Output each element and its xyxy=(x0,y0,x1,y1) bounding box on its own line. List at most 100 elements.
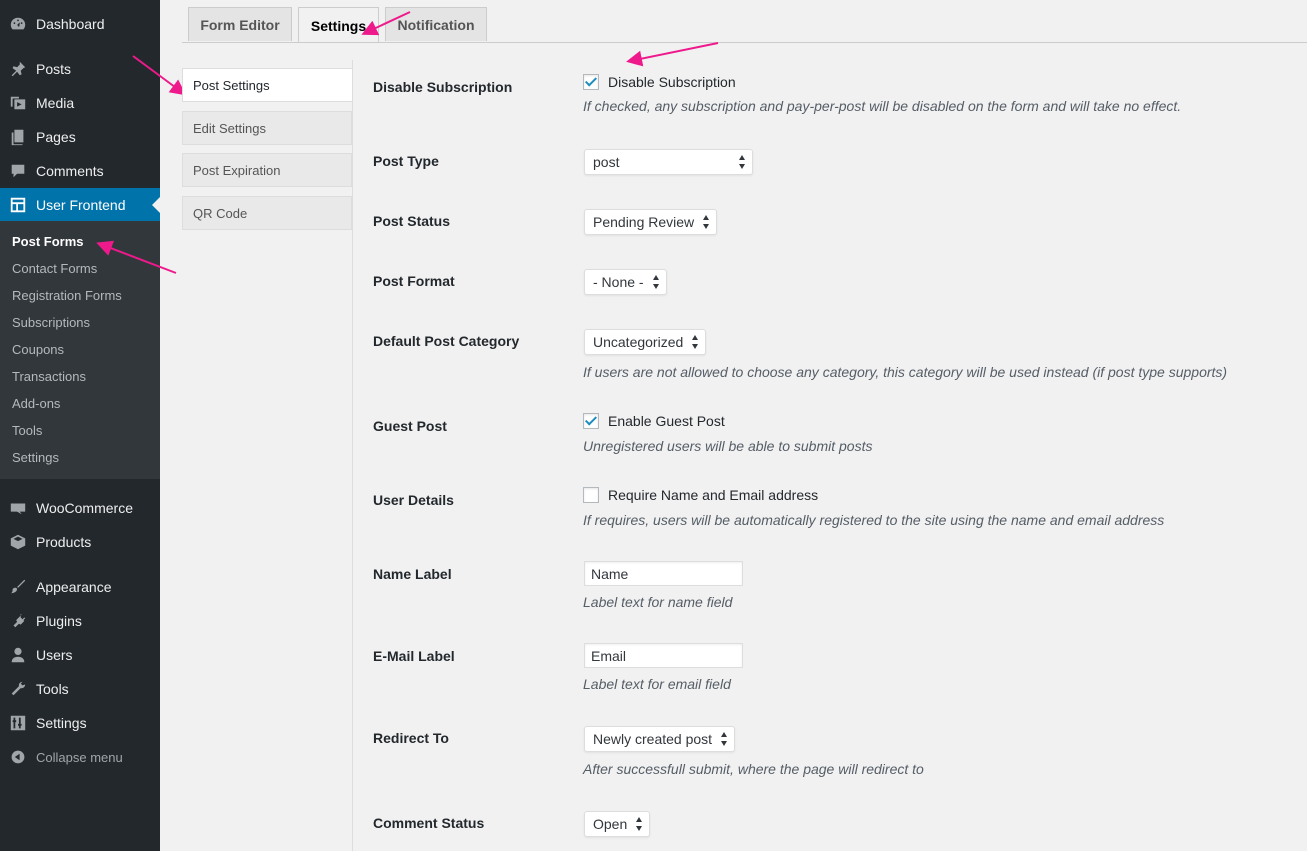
menu-item-products[interactable]: Products xyxy=(0,525,160,559)
tab-notification[interactable]: Notification xyxy=(385,7,487,41)
submenu-add-ons[interactable]: Add-ons xyxy=(12,394,60,414)
redirect-to-value: Newly created post xyxy=(593,731,713,747)
select-arrows-icon xyxy=(703,215,710,229)
user-details-description: If requires, users will be automatically… xyxy=(583,512,1165,528)
menu-item-label: Media xyxy=(36,95,75,111)
submenu-contact-forms[interactable]: Contact Forms xyxy=(12,259,97,279)
menu-item-label: Pages xyxy=(36,129,76,145)
default-category-description: If users are not allowed to choose any c… xyxy=(583,364,1228,380)
redirect-to-select[interactable]: Newly created post xyxy=(584,726,736,752)
menu-item-users[interactable]: Users xyxy=(0,638,160,672)
guest-post-checkbox[interactable] xyxy=(583,413,599,429)
menu-item-plugins[interactable]: Plugins xyxy=(0,604,160,638)
layout-icon xyxy=(0,196,36,214)
disable-subscription-description: If checked, any subscription and pay-per… xyxy=(583,98,1182,114)
user-frontend-submenu: Post Forms Contact Forms Registration Fo… xyxy=(0,221,160,479)
menu-item-posts[interactable]: Posts xyxy=(0,52,160,86)
submenu-coupons[interactable]: Coupons xyxy=(12,340,64,360)
redirect-to-label: Redirect To xyxy=(373,730,449,746)
email-label-input[interactable] xyxy=(584,643,743,668)
collapse-menu-button[interactable]: Collapse menu xyxy=(0,740,160,774)
vtab-edit-settings[interactable]: Edit Settings xyxy=(182,111,352,145)
select-arrows-icon xyxy=(739,155,746,169)
user-details-checkbox-label: Require Name and Email address xyxy=(608,487,819,503)
menu-item-label: Posts xyxy=(36,61,72,77)
submenu-transactions[interactable]: Transactions xyxy=(12,367,86,387)
post-type-label: Post Type xyxy=(373,153,439,169)
disable-subscription-checkbox[interactable] xyxy=(583,74,599,90)
tab-form-editor[interactable]: Form Editor xyxy=(188,7,292,41)
submenu-subscriptions[interactable]: Subscriptions xyxy=(12,313,90,333)
tab-divider xyxy=(182,42,1307,43)
sliders-icon xyxy=(0,714,36,732)
menu-item-user-frontend[interactable]: User Frontend xyxy=(0,188,160,222)
menu-item-label: Settings xyxy=(36,715,87,731)
name-label-input[interactable] xyxy=(584,561,743,586)
menu-item-woocommerce[interactable]: WooCommerce xyxy=(0,491,160,525)
submenu-settings[interactable]: Settings xyxy=(12,448,59,468)
select-arrows-icon xyxy=(721,732,728,746)
name-label-description: Label text for name field xyxy=(583,594,733,610)
select-arrows-icon xyxy=(652,275,660,289)
comment-icon xyxy=(0,162,36,180)
menu-item-label: Appearance xyxy=(36,579,112,595)
collapse-icon xyxy=(0,749,36,765)
menu-item-settings[interactable]: Settings xyxy=(0,706,160,740)
guest-post-checkbox-row[interactable]: Enable Guest Post xyxy=(583,413,725,429)
submenu-post-forms[interactable]: Post Forms xyxy=(12,232,84,252)
admin-sidebar: Dashboard Posts Media Pages Comments Use… xyxy=(0,0,160,851)
default-category-label: Default Post Category xyxy=(373,333,520,349)
menu-item-comments[interactable]: Comments xyxy=(0,154,160,188)
vtab-post-settings[interactable]: Post Settings xyxy=(182,68,353,102)
user-details-label: User Details xyxy=(373,492,454,508)
menu-item-tools[interactable]: Tools xyxy=(0,672,160,706)
guest-post-description: Unregistered users will be able to submi… xyxy=(583,438,873,454)
disable-subscription-label: Disable Subscription xyxy=(373,79,513,95)
box-icon xyxy=(0,533,36,551)
tab-settings[interactable]: Settings xyxy=(298,7,379,43)
user-icon xyxy=(0,646,36,664)
dashboard-icon xyxy=(0,15,36,33)
menu-item-appearance[interactable]: Appearance xyxy=(0,570,160,604)
menu-item-pages[interactable]: Pages xyxy=(0,120,160,154)
post-status-value: Pending Review xyxy=(593,214,695,230)
plug-icon xyxy=(0,612,36,630)
submenu-registration-forms[interactable]: Registration Forms xyxy=(12,286,122,306)
post-type-select[interactable]: post xyxy=(584,149,753,175)
menu-item-label: WooCommerce xyxy=(36,500,133,516)
menu-item-label: Collapse menu xyxy=(36,749,123,765)
select-arrows-icon xyxy=(636,817,643,831)
wrench-icon xyxy=(0,680,36,698)
guest-post-label: Guest Post xyxy=(373,418,447,434)
vtab-qr-code[interactable]: QR Code xyxy=(182,196,352,230)
menu-item-label: Products xyxy=(36,534,92,550)
menu-item-label: User Frontend xyxy=(36,197,126,213)
menu-item-label: Comments xyxy=(36,163,104,179)
vertical-tabs-divider xyxy=(352,60,353,851)
email-label-description: Label text for email field xyxy=(583,676,731,692)
submenu-tools[interactable]: Tools xyxy=(12,421,42,441)
post-status-label: Post Status xyxy=(373,213,451,229)
menu-item-media[interactable]: Media xyxy=(0,86,160,120)
comment-status-select[interactable]: Open xyxy=(584,811,651,837)
default-category-select[interactable]: Uncategorized xyxy=(584,329,707,355)
user-details-checkbox[interactable] xyxy=(583,487,599,503)
email-label-label: E-Mail Label xyxy=(373,648,455,664)
pages-icon xyxy=(0,128,36,146)
post-format-select[interactable]: - None - xyxy=(584,269,667,295)
post-format-value: - None - xyxy=(593,274,644,290)
disable-subscription-checkbox-label: Disable Subscription xyxy=(608,74,736,90)
post-status-select[interactable]: Pending Review xyxy=(584,209,718,235)
woo-icon xyxy=(0,499,36,517)
menu-item-dashboard[interactable]: Dashboard xyxy=(0,7,160,41)
user-details-checkbox-row[interactable]: Require Name and Email address xyxy=(583,487,818,503)
name-label-label: Name Label xyxy=(373,566,452,582)
arrow-to-disable-subscription xyxy=(626,42,719,67)
pin-icon xyxy=(0,60,36,78)
post-format-label: Post Format xyxy=(373,273,455,289)
default-category-value: Uncategorized xyxy=(593,334,684,350)
post-type-value: post xyxy=(593,154,620,170)
comment-status-label: Comment Status xyxy=(373,815,485,831)
vtab-post-expiration[interactable]: Post Expiration xyxy=(182,153,352,187)
disable-subscription-checkbox-row[interactable]: Disable Subscription xyxy=(583,74,736,90)
